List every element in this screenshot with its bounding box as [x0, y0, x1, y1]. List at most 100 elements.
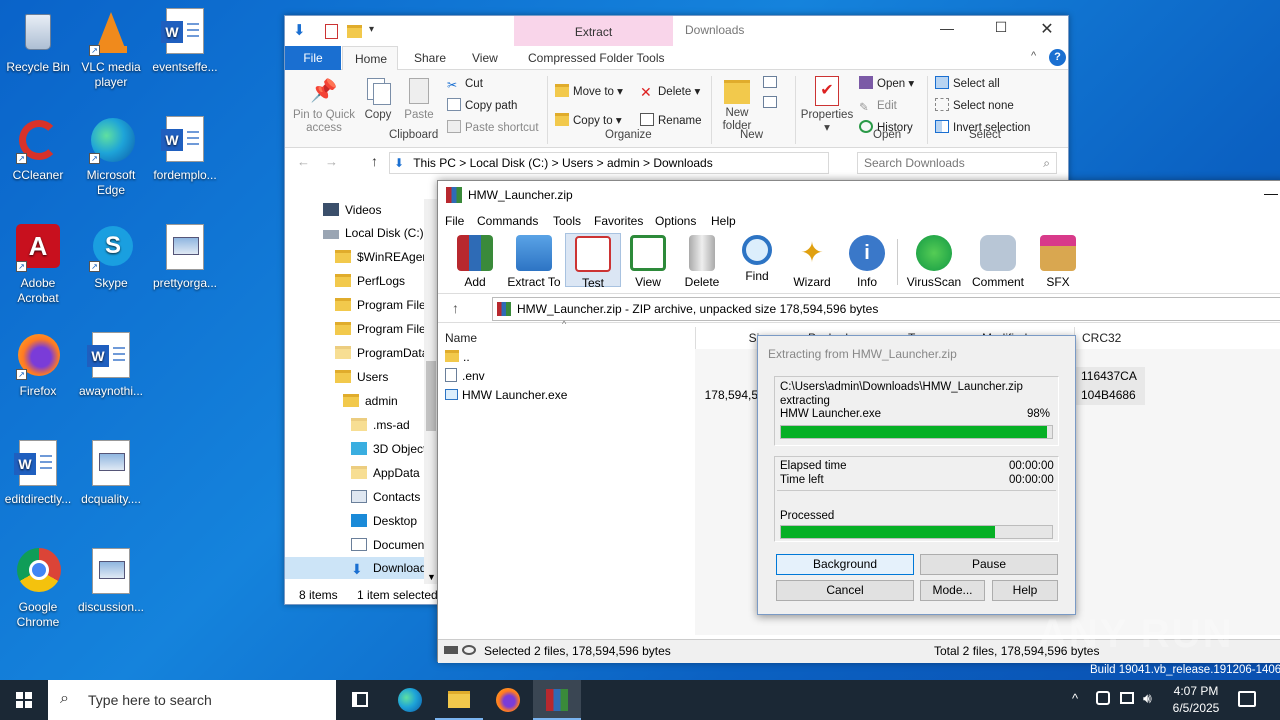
close-button[interactable]: ✕ [1035, 19, 1059, 39]
delete-button[interactable]: ✕ Delete ▾ [640, 84, 700, 100]
nav-item-videos[interactable]: Videos [323, 199, 381, 221]
breadcrumb-users[interactable]: Users [562, 156, 593, 170]
menu-favorites[interactable]: Favorites [594, 211, 643, 231]
tab-view[interactable]: View [460, 46, 510, 70]
breadcrumb-admin[interactable]: admin [607, 156, 640, 170]
desktop-icon-firefox[interactable]: ↗ Firefox [0, 332, 76, 399]
breadcrumb-this-pc[interactable]: This PC [413, 156, 456, 170]
tab-share[interactable]: Share [402, 46, 458, 70]
minimize-button[interactable]: — [935, 20, 959, 40]
desktop-icon-editdirectly[interactable]: W editdirectly... [0, 440, 76, 507]
scroll-down-arrow-icon[interactable]: ▼ [427, 572, 436, 582]
maximize-button[interactable]: ☐ [989, 19, 1013, 39]
cancel-button[interactable]: Cancel [776, 580, 914, 601]
nav-item-documents[interactable]: Documents [351, 534, 434, 556]
new-item-icon[interactable] [763, 76, 777, 88]
file-row-env[interactable]: .env [445, 367, 695, 386]
desktop-icon-discussion[interactable]: discussion... [73, 548, 149, 615]
desktop-icon-acrobat[interactable]: A ↗ Adobe Acrobat [0, 224, 76, 306]
address-bar[interactable]: ⬇ This PC > Local Disk (C:) > Users > ad… [389, 152, 829, 174]
tab-file[interactable]: File [285, 46, 341, 70]
tool-view[interactable]: View [618, 235, 678, 289]
pause-button[interactable]: Pause [920, 554, 1058, 575]
nav-item-winreagent[interactable]: $WinREAgent [335, 246, 432, 268]
copy-to-button[interactable]: Copy to ▾ [555, 113, 622, 129]
file-row-parent[interactable]: .. [445, 348, 695, 367]
taskbar-winrar[interactable] [533, 680, 581, 720]
menu-file[interactable]: File [445, 211, 464, 231]
nav-item-users[interactable]: Users [335, 366, 388, 388]
taskbar-search-box[interactable]: ⌕ Type here to search [48, 680, 336, 720]
desktop-icon-vlc[interactable]: ↗ VLC media player [73, 8, 149, 90]
show-hidden-icons-icon[interactable]: ^ [1072, 691, 1078, 706]
select-none-button[interactable]: Select none [935, 98, 1014, 114]
nav-item-downloads[interactable]: ⬇ Downloads [285, 557, 438, 579]
menu-tools[interactable]: Tools [553, 211, 581, 231]
new-folder-button[interactable]: New folder [717, 76, 757, 133]
easy-access-icon[interactable] [763, 96, 777, 108]
help-button[interactable]: Help [992, 580, 1058, 601]
column-header-crc32[interactable]: CRC32 [1082, 327, 1162, 349]
nav-scrollbar[interactable]: ▼ [424, 199, 438, 584]
desktop-icon-skype[interactable]: S ↗ Skype [73, 224, 149, 291]
menu-commands[interactable]: Commands [477, 211, 538, 231]
desktop-icon-recycle-bin[interactable]: Recycle Bin [0, 8, 76, 75]
nav-item-perflogs[interactable]: PerfLogs [335, 270, 405, 292]
breadcrumb-downloads[interactable]: Downloads [653, 156, 712, 170]
nav-item-admin[interactable]: admin [343, 390, 398, 412]
desktop-icon-edge[interactable]: ↗ Microsoft Edge [73, 116, 149, 198]
background-button[interactable]: Background [776, 554, 914, 575]
nav-item-local-disk[interactable]: Local Disk (C:) [323, 222, 424, 244]
new-folder-quick-icon[interactable] [347, 25, 362, 38]
open-button[interactable]: Open ▾ [859, 76, 914, 92]
archive-path-field[interactable]: HMW_Launcher.zip - ZIP archive, unpacked… [492, 297, 1280, 321]
start-button[interactable] [0, 680, 48, 720]
nav-item-contacts[interactable]: Contacts [351, 486, 420, 508]
tool-find[interactable]: Find [727, 235, 787, 283]
forward-arrow-icon[interactable]: → [325, 154, 338, 169]
desktop-icon-fordemplo[interactable]: W fordemplo... [147, 116, 223, 183]
nav-item-appdata[interactable]: AppData [351, 462, 420, 484]
taskbar-edge[interactable] [386, 680, 434, 720]
nav-scrollbar-thumb[interactable] [426, 361, 436, 431]
mode-button[interactable]: Mode... [920, 580, 985, 601]
column-header-name[interactable]: Name [445, 327, 695, 349]
properties-button[interactable]: ✔ Properties ▾ [799, 76, 855, 135]
network-status-icon[interactable] [1120, 692, 1134, 704]
desktop-icon-dcquality[interactable]: dcquality.... [73, 440, 149, 507]
desktop-icon-eventseffe[interactable]: W eventseffe... [147, 8, 223, 75]
nav-item-programdata[interactable]: ProgramData [335, 342, 428, 364]
rename-button[interactable]: Rename [640, 113, 701, 129]
minimize-button[interactable]: — [1264, 185, 1278, 201]
tool-extract-to[interactable]: Extract To [504, 235, 564, 289]
tool-test[interactable]: Test [565, 233, 621, 290]
help-icon[interactable]: ? [1049, 49, 1066, 66]
copy-path-button[interactable]: Copy path [447, 98, 517, 114]
nav-item-program-files-x86[interactable]: Program Files [335, 318, 432, 340]
tool-wizard[interactable]: ✦ Wizard [782, 235, 842, 289]
nav-item-ms-ad[interactable]: .ms-ad [351, 414, 410, 436]
desktop-icon-ccleaner[interactable]: ↗ CCleaner [0, 116, 76, 183]
search-input[interactable]: Search Downloads ⌕ [857, 152, 1057, 174]
task-view-button[interactable] [336, 680, 384, 720]
nav-item-program-files[interactable]: Program Files [335, 294, 432, 316]
menu-options[interactable]: Options [655, 211, 696, 231]
collapse-ribbon-icon[interactable]: ^ [1031, 50, 1036, 62]
pin-quick-access-button[interactable]: 📌 Pin to Quick access [289, 76, 359, 135]
copy-button[interactable]: Copy [361, 76, 395, 122]
properties-quick-icon[interactable] [325, 24, 338, 39]
up-arrow-icon[interactable]: ↑ [371, 153, 378, 169]
select-all-button[interactable]: Select all [935, 76, 1000, 92]
tab-compressed-folder-tools[interactable]: Compressed Folder Tools [516, 46, 677, 70]
nav-item-desktop[interactable]: Desktop [351, 510, 417, 532]
back-arrow-icon[interactable]: ← [297, 154, 310, 169]
volume-icon[interactable]: 🔊︎ [1143, 690, 1152, 707]
paste-shortcut-button[interactable]: Paste shortcut [447, 120, 539, 136]
file-row-hmw-launcher[interactable]: HMW Launcher.exe [445, 386, 695, 405]
taskbar-file-explorer[interactable] [435, 680, 483, 720]
menu-help[interactable]: Help [711, 211, 736, 231]
tool-comment[interactable]: Comment [968, 235, 1028, 289]
tool-add[interactable]: Add [445, 235, 505, 289]
taskbar-firefox[interactable] [484, 680, 532, 720]
breadcrumb-local-disk[interactable]: Local Disk (C:) [470, 156, 549, 170]
